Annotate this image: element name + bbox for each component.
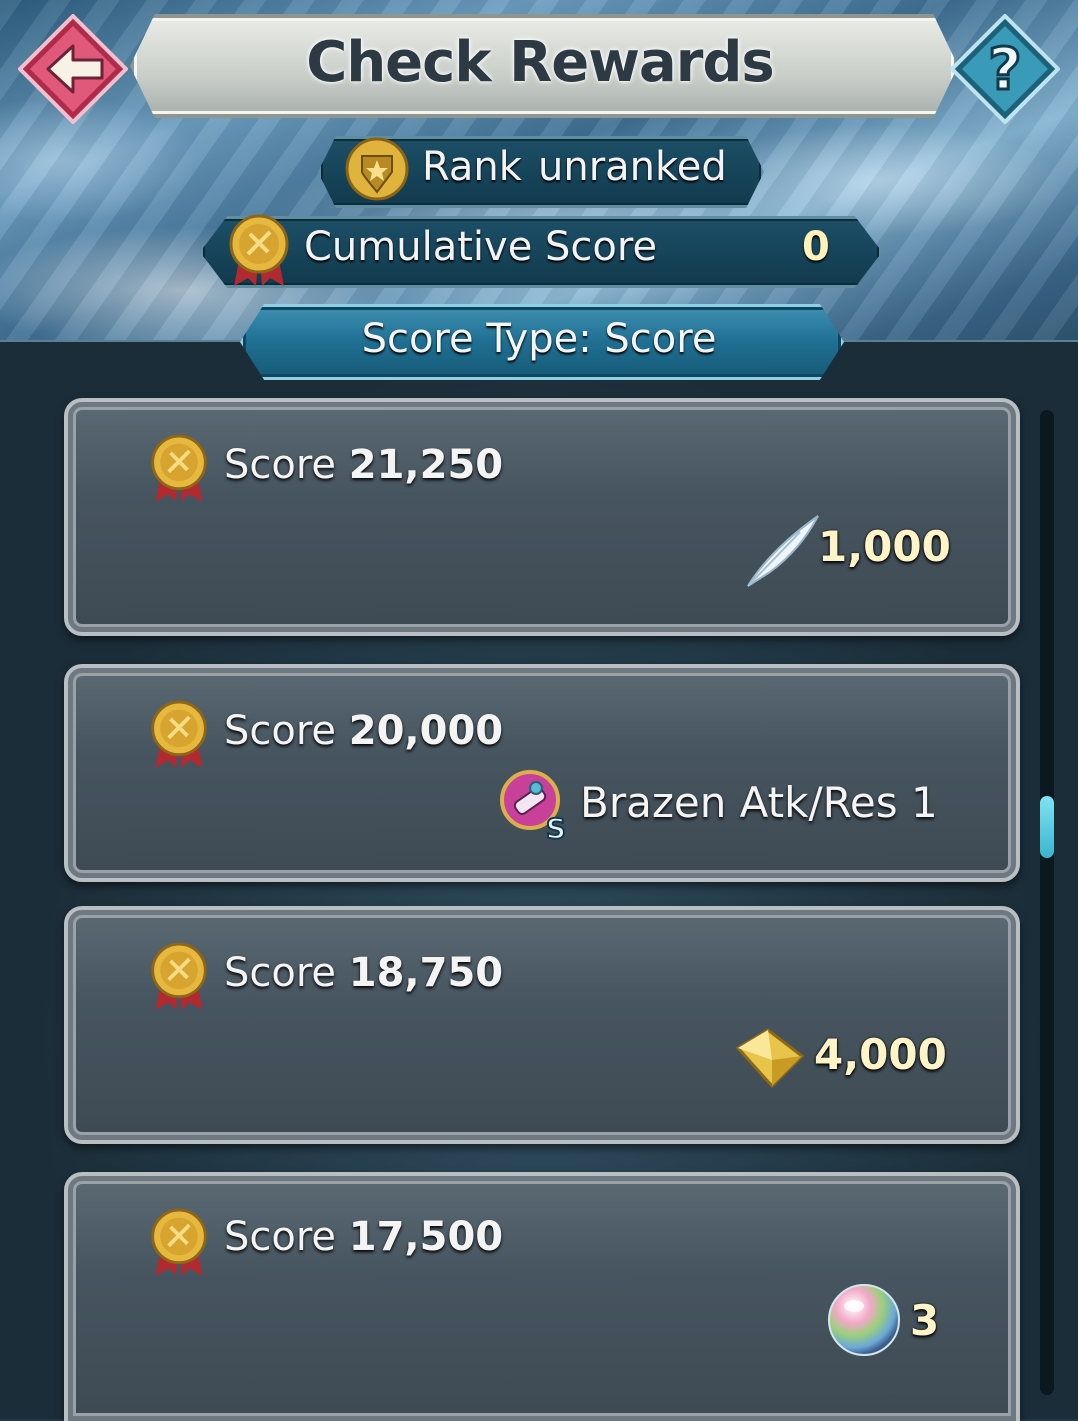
score-type-label: Score Type: Score [361, 316, 717, 362]
reward-threshold: Score 18,750 [224, 950, 503, 996]
score-value: 17,500 [348, 1214, 504, 1260]
help-button[interactable]: ? [950, 14, 1060, 124]
feather-icon [747, 515, 819, 587]
score-medal-icon [151, 434, 207, 502]
scrollbar-track[interactable] [1040, 410, 1054, 1395]
help-icon: ? [988, 35, 1022, 103]
score-medal-icon [151, 700, 207, 768]
reward-threshold: Score 20,000 [224, 708, 503, 754]
reward-threshold: Score 17,500 [224, 1214, 503, 1260]
page-title: Check Rewards [306, 29, 775, 95]
score-value: 18,750 [348, 950, 504, 996]
reward-value: 4,000 [814, 1030, 947, 1079]
reward-threshold: Score 21,250 [224, 442, 503, 488]
rank-label: Rank [422, 144, 522, 190]
score-label: Score [224, 950, 337, 996]
cumulative-score-value: 0 [802, 224, 830, 270]
rank-shield-icon [345, 137, 409, 201]
score-medal-icon [151, 942, 207, 1010]
score-label: Score [224, 708, 337, 754]
back-button[interactable] [18, 14, 128, 124]
svg-text:S: S [546, 812, 566, 844]
orb-icon [828, 1284, 900, 1356]
reward-value: Brazen Atk/Res 1 [580, 778, 938, 827]
crystal-icon [735, 1028, 805, 1089]
score-label: Score [224, 1214, 337, 1260]
cumulative-score-label: Cumulative Score [304, 224, 658, 270]
score-medal-icon [229, 214, 289, 286]
scrollbar-thumb[interactable] [1040, 796, 1054, 858]
score-label: Score [224, 442, 337, 488]
score-value: 20,000 [348, 708, 504, 754]
rank-value: unranked [538, 144, 727, 190]
score-value: 21,250 [348, 442, 504, 488]
score-medal-icon [151, 1208, 207, 1276]
skill-scroll-icon: S [500, 770, 567, 844]
reward-value: 3 [910, 1296, 940, 1345]
reward-value: 1,000 [818, 522, 951, 571]
